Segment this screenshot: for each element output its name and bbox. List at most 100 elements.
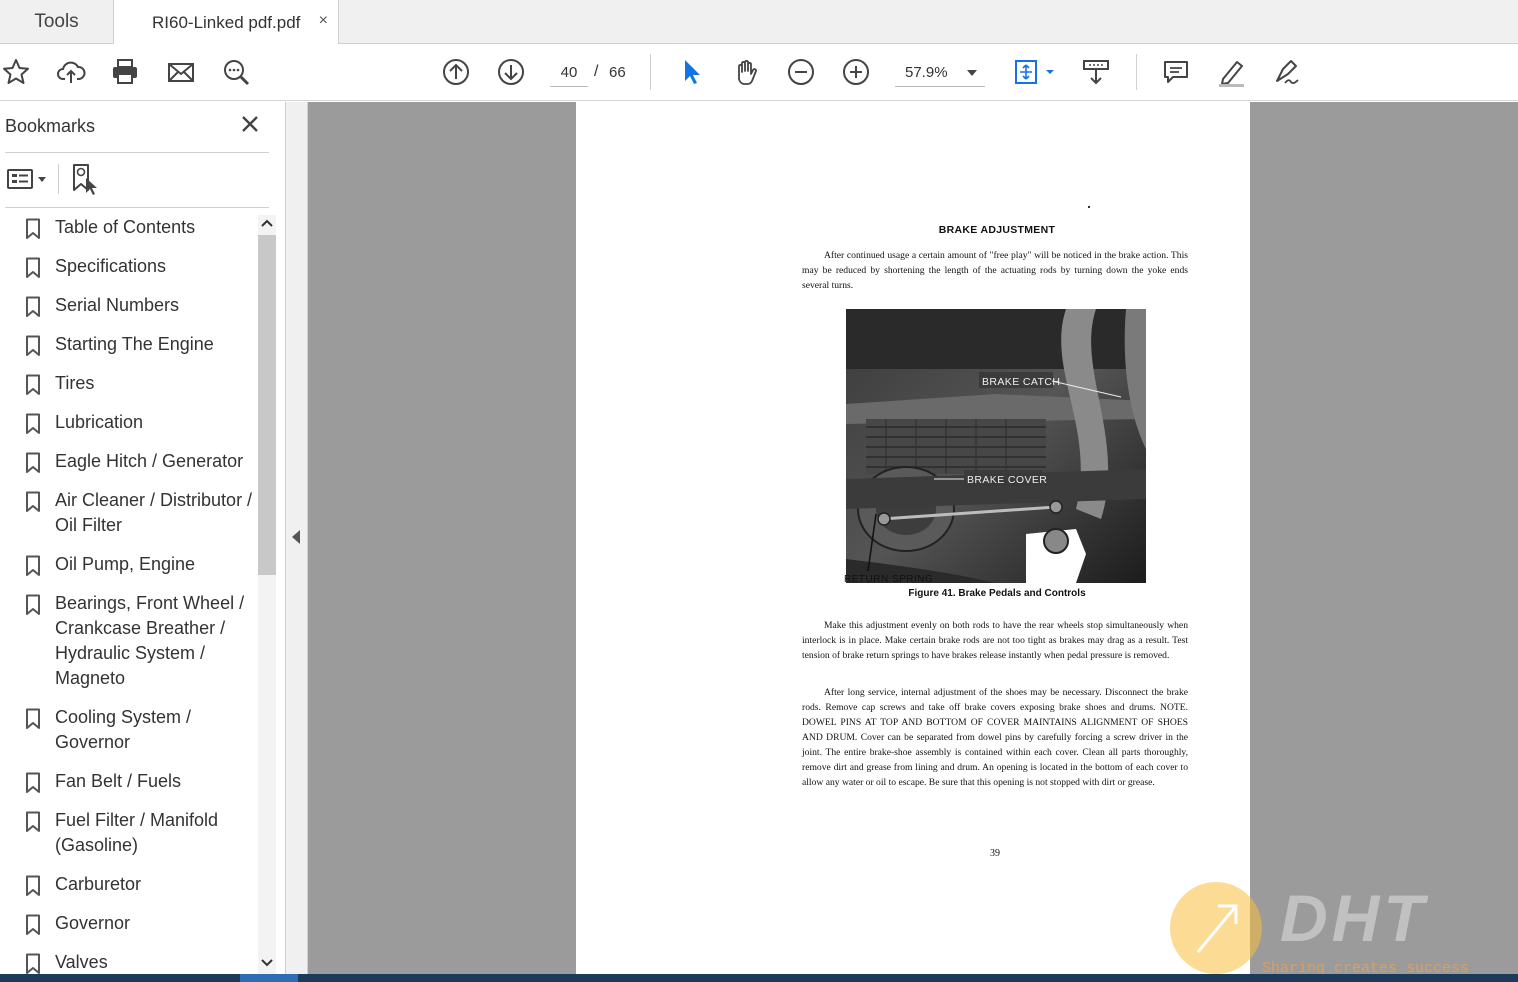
bookmark-label: Air Cleaner / Distributor / Oil Filter [55, 490, 253, 535]
page-down-icon[interactable] [495, 56, 527, 88]
divider [5, 207, 269, 208]
bookmark-label: Valves [55, 952, 108, 972]
bookmark-options-icon[interactable] [6, 164, 48, 194]
fit-page-icon[interactable] [1010, 56, 1058, 88]
bookmark-label: Tires [55, 373, 95, 393]
bookmark-item[interactable]: Eagle Hitch / Generator [0, 449, 256, 474]
bookmark-item[interactable]: Starting The Engine [0, 332, 256, 357]
tab-document[interactable]: RI60-Linked pdf.pdf × [114, 0, 339, 45]
bookmark-item[interactable]: Fan Belt / Fuels [0, 769, 256, 794]
zoom-select[interactable]: 57.9% [895, 59, 985, 87]
bookmark-label: Specifications [55, 256, 167, 276]
comment-icon[interactable] [1160, 56, 1192, 88]
bookmark-icon [26, 594, 40, 615]
current-page-input[interactable]: 40 [550, 59, 588, 87]
tab-close-icon[interactable]: × [319, 12, 328, 30]
bookmark-label: Carburetor [55, 874, 142, 894]
scroll-down-icon[interactable] [261, 955, 273, 969]
bookmarks-title: Bookmarks [5, 116, 96, 136]
toolbar-divider [650, 54, 651, 90]
hand-icon[interactable] [730, 56, 762, 88]
email-icon[interactable] [165, 56, 197, 88]
watermark-text: DHT [1280, 881, 1428, 955]
bookmark-icon [26, 452, 40, 473]
bookmark-icon [26, 296, 40, 317]
bookmark-icon [26, 875, 40, 896]
bookmark-item[interactable]: Cooling System / Governor [0, 705, 256, 755]
paragraph-3: After long service, internal adjustment … [802, 687, 1188, 788]
brake-pedals-photo: BRAKE CATCH BRAKE COVER [846, 309, 1146, 583]
total-pages: 66 [609, 64, 626, 81]
bookmark-icon [26, 708, 40, 729]
scroll-thumb[interactable] [258, 235, 276, 575]
bookmark-item[interactable]: Specifications [0, 254, 256, 279]
bookmark-icon [26, 218, 40, 239]
bookmark-icon [26, 491, 40, 512]
page-up-icon[interactable] [440, 56, 472, 88]
bookmark-item[interactable]: Governor [0, 911, 256, 936]
bookmark-label: Starting The Engine [55, 334, 214, 354]
chevron-down-icon[interactable] [967, 70, 977, 76]
bookmark-item[interactable]: Air Cleaner / Distributor / Oil Filter [0, 488, 256, 538]
paragraph-1: After continued usage a certain amount o… [802, 250, 1188, 291]
page-separator: / [594, 63, 599, 80]
bookmark-item[interactable]: Lubrication [0, 410, 256, 435]
bookmark-item[interactable]: Bearings, Front Wheel / Crankcase Breath… [0, 591, 256, 691]
sign-icon[interactable] [1270, 56, 1302, 88]
bookmark-item[interactable]: Carburetor [0, 872, 256, 897]
photo-label-cover: BRAKE COVER [967, 474, 1047, 486]
page-heading: BRAKE ADJUSTMENT [938, 224, 1056, 236]
zoom-value: 57.9% [905, 64, 948, 81]
taskbar-active-item[interactable] [240, 974, 298, 982]
star-icon[interactable] [0, 56, 32, 88]
highlight-pen-icon[interactable] [1215, 56, 1247, 88]
scroll-mode-icon[interactable] [1080, 56, 1112, 88]
bookmark-icon [26, 914, 40, 935]
close-icon[interactable] [238, 112, 262, 136]
panel-splitter[interactable] [286, 102, 308, 974]
divider [58, 164, 59, 194]
document-viewport[interactable]: BRAKE ADJUSTMENT After continued usage a… [308, 102, 1518, 974]
bookmark-label: Lubrication [55, 412, 144, 432]
bookmark-item[interactable]: Fuel Filter / Manifold (Gasoline) [0, 808, 256, 858]
bookmark-icon [26, 374, 40, 395]
collapse-panel-icon[interactable] [292, 530, 300, 544]
bookmark-item[interactable]: Table of Contents [0, 215, 256, 240]
search-zoom-icon[interactable] [220, 56, 252, 88]
bookmark-label: Serial Numbers [55, 295, 180, 315]
bookmark-label: Eagle Hitch / Generator [55, 451, 244, 471]
select-arrow-icon[interactable] [675, 56, 707, 88]
cloud-upload-icon[interactable] [55, 56, 87, 88]
watermark: DHT Sharing creates success [1170, 881, 1518, 977]
bookmark-icon [26, 413, 40, 434]
bookmark-icon [26, 257, 40, 278]
zoom-in-icon[interactable] [840, 56, 872, 88]
bookmark-item[interactable]: Oil Pump, Engine [0, 552, 256, 577]
bookmark-scrollbar[interactable] [258, 215, 276, 974]
bookmark-label: Fuel Filter / Manifold (Gasoline) [55, 810, 219, 855]
toolbar-divider [1136, 54, 1137, 90]
bookmark-item[interactable]: Serial Numbers [0, 293, 256, 318]
bookmark-item[interactable]: Valves [0, 950, 256, 974]
tab-bar: Tools RI60-Linked pdf.pdf × [0, 0, 1518, 45]
bookmark-label: Fan Belt / Fuels [55, 771, 182, 791]
bookmark-label: Bearings, Front Wheel / Crankcase Breath… [55, 593, 245, 688]
tab-tools[interactable]: Tools [0, 0, 114, 44]
bookmark-label: Cooling System / Governor [55, 707, 192, 752]
bookmark-icon [26, 772, 40, 793]
page-number: 39 [990, 848, 1000, 859]
paragraph-2: Make this adjustment evenly on both rods… [802, 620, 1188, 661]
page-speck [1088, 206, 1090, 208]
photo-label-spring: RETURN SPRING [844, 574, 934, 585]
tab-tools-label: Tools [34, 11, 79, 32]
new-bookmark-icon[interactable] [70, 162, 100, 196]
bookmark-list: Table of Contents Specifications Serial Nu… [0, 215, 256, 974]
scroll-up-icon[interactable] [261, 217, 273, 231]
print-icon[interactable] [109, 56, 141, 88]
bookmark-icon [26, 555, 40, 576]
bookmark-icon [26, 953, 40, 974]
bookmark-icon [26, 811, 40, 832]
arrow-icon [1196, 904, 1238, 953]
zoom-out-icon[interactable] [785, 56, 817, 88]
bookmark-item[interactable]: Tires [0, 371, 256, 396]
